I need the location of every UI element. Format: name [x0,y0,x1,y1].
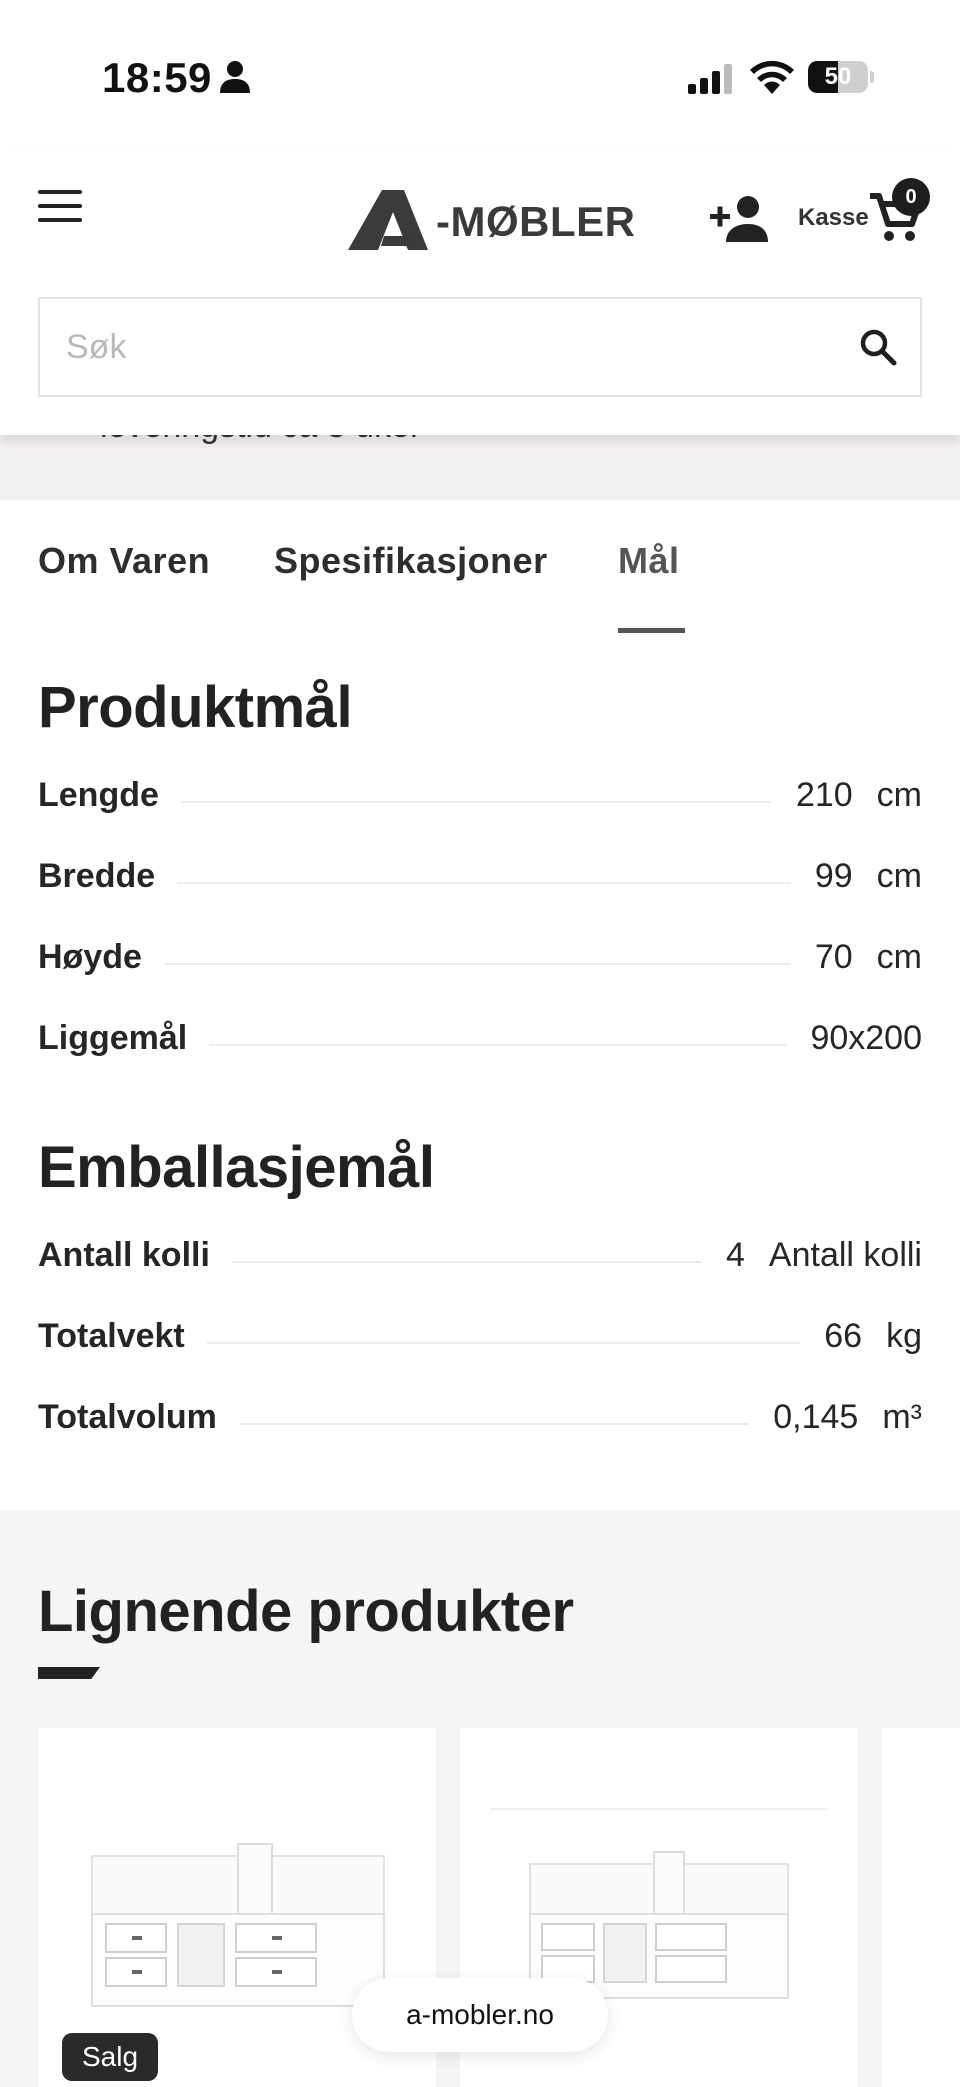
spec-label: Totalvolum [38,1398,239,1437]
spec-unit: cm [876,776,922,814]
product-image-bed [91,1843,385,2007]
spec-number: 66 [824,1317,863,1355]
tab-om-varen[interactable]: Om Varen [38,540,210,582]
menu-bar [38,218,82,222]
tab-maal[interactable]: Mål [618,540,680,582]
spec-value: 0,145 m³ [749,1398,922,1437]
spec-row-totalvolum: Totalvolum 0,145 m³ [38,1398,922,1448]
account-add-icon[interactable] [710,194,768,242]
product-dimensions-title: Produktmål [38,675,353,740]
spec-number: 90x200 [810,1019,922,1057]
sale-badge: Salg [62,2033,159,2081]
title-accent [38,1667,100,1679]
menu-bar [38,190,82,194]
delivery-notice: leveringstid ca 3 uker [0,435,960,500]
cart-label[interactable]: Kasse [798,204,869,232]
search-input[interactable] [66,299,826,395]
spec-row-antall-kolli: Antall kolli 4 Antall kolli [38,1236,922,1286]
spec-unit: cm [876,857,922,895]
menu-bar [38,204,82,208]
battery-icon: 50 [808,61,874,93]
search-icon[interactable] [858,327,898,367]
browser-url-pill[interactable]: a-mobler.no [352,1978,608,2052]
wifi-icon [750,60,794,94]
spec-label: Liggemål [38,1019,210,1058]
logo[interactable]: -MØBLER [348,190,635,252]
active-tab-indicator [618,628,685,633]
product-image-edge [490,1808,828,1810]
spec-label: Totalvekt [38,1317,207,1356]
page: 18:59 50 -MØBLER Kasse 0 Søk Om Varen Sp… [0,0,960,2087]
spec-value: 4 Antall kolli [702,1236,922,1275]
battery-cap [870,71,874,83]
package-dimensions-title: Emballasjemål [38,1135,435,1200]
spec-label: Høyde [38,938,164,977]
spec-value: 70 cm [790,938,922,977]
spec-number: 4 [726,1236,745,1274]
spec-row-totalvekt: Totalvekt 66 kg [38,1317,922,1367]
spec-number: 99 [814,857,853,895]
site-header: -MØBLER Kasse 0 [0,150,960,435]
product-tabs: Om Varen Spesifikasjoner Mål [0,500,960,640]
spec-unit: Antall kolli [768,1236,922,1274]
status-time: 18:59 [102,54,212,101]
similar-products-title: Lignende produkter [38,1579,574,1644]
spec-unit: kg [886,1317,922,1355]
battery-level: 50 [824,63,852,90]
person-icon [220,61,250,93]
tab-spesifikasjoner[interactable]: Spesifikasjoner [274,540,548,582]
spec-divider [38,963,922,965]
spec-row-hoyde: Høyde 70 cm [38,938,922,988]
spec-number: 70 [814,938,853,976]
spec-label: Bredde [38,857,178,896]
search-box [38,297,922,397]
spec-label: Antall kolli [38,1236,232,1275]
logo-mark [348,190,428,250]
spec-value: 210 cm [771,776,922,815]
battery-body: 50 [808,61,868,93]
spec-row-bredde: Bredde 99 cm [38,857,922,907]
logo-text: -MØBLER [436,198,636,245]
status-bar: 18:59 50 [0,0,960,150]
spec-value: 66 kg [800,1317,922,1356]
spec-label: Lengde [38,776,181,815]
product-card[interactable] [882,1728,960,2087]
signal-icon [688,64,732,94]
spec-unit: cm [876,938,922,976]
spec-row-lengde: Lengde 210 cm [38,776,922,826]
spec-number: 0,145 [773,1398,859,1436]
spec-row-liggemaal: Liggemål 90x200 [38,1019,922,1069]
spec-value: 99 cm [790,857,922,896]
delivery-notice-text: leveringstid ca 3 uker [100,435,421,446]
spec-unit: m³ [882,1398,922,1436]
spec-value: 90x200 [786,1019,922,1058]
menu-icon[interactable] [38,190,82,224]
cart-count-badge: 0 [892,178,930,216]
spec-number: 210 [795,776,853,814]
